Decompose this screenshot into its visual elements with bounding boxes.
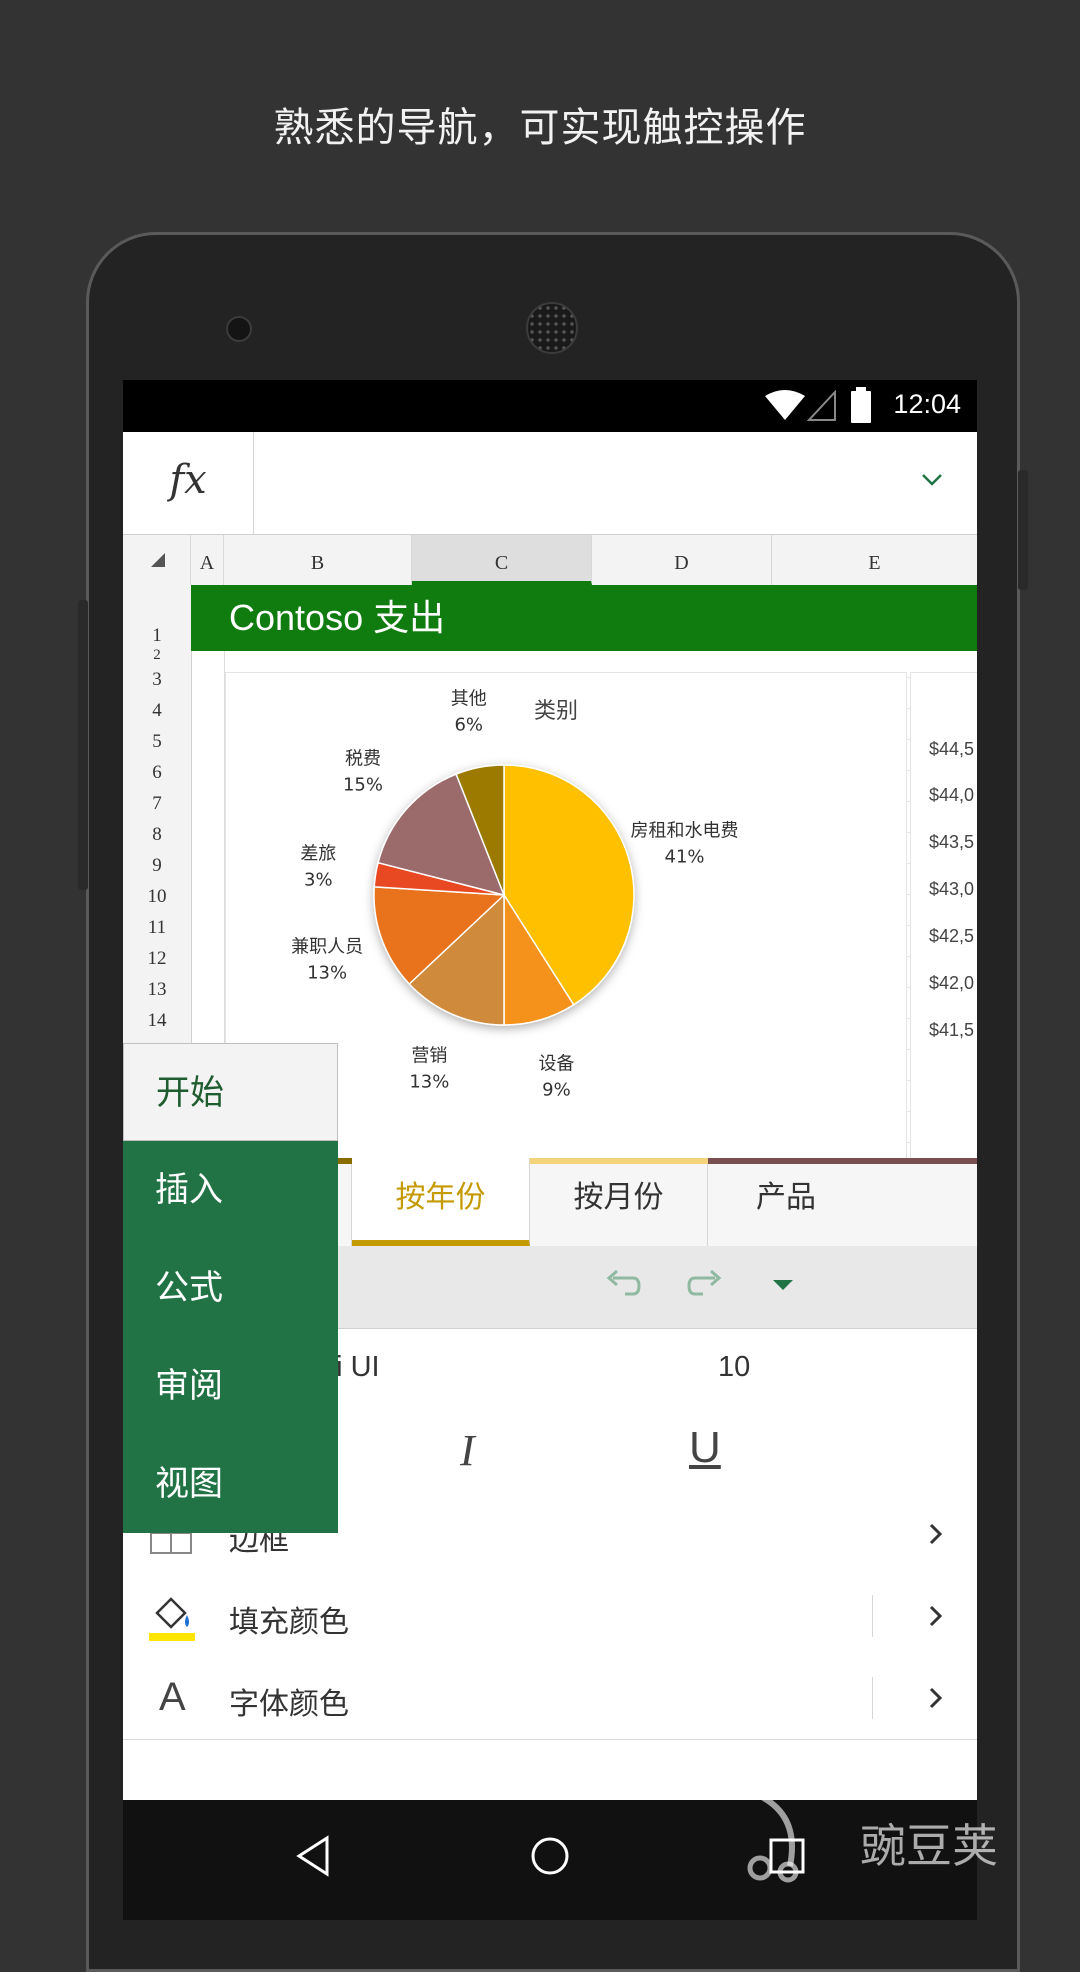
collapse-ribbon-icon[interactable] [771, 1276, 795, 1296]
back-icon[interactable] [293, 1834, 333, 1878]
row-header[interactable]: 8 [123, 824, 191, 846]
slice-label: 其他 [451, 688, 487, 709]
column-header-row: A B C D E [123, 535, 977, 586]
slice-percent: 13% [307, 963, 347, 984]
slice-label: 营销 [411, 1046, 447, 1067]
row-header[interactable]: 2 [123, 647, 191, 664]
fill-color-label: 填充颜色 [229, 1605, 349, 1640]
axis-tick-label: $42,5 [929, 926, 975, 946]
slice-percent: 3% [304, 870, 333, 891]
sheet-tab-by-year[interactable]: 按年份 [352, 1158, 530, 1246]
fill-color-row[interactable]: 填充颜色 [123, 1575, 977, 1658]
column-header-a[interactable]: A [191, 535, 224, 585]
axis-tick-label: $41,5 [929, 1020, 975, 1040]
sheet-title: Contoso 支出 [229, 597, 446, 638]
row-header[interactable]: 6 [123, 762, 191, 784]
front-camera [226, 316, 252, 342]
row-header[interactable]: 13 [123, 979, 191, 1001]
sheet-tab-products[interactable]: 产品 [708, 1158, 977, 1246]
line-chart-partial[interactable]: $44,5 $44,0 $43,5 $43,0 $42,5 $42,0 $41,… [910, 672, 977, 1172]
slice-label: 差旅 [300, 844, 336, 865]
sheet-tab-label: 按月份 [573, 1180, 664, 1215]
watermark-text: 豌豆荚 [860, 1819, 998, 1873]
chevron-right-icon [929, 1605, 943, 1627]
axis-tick-label: $43,0 [929, 879, 975, 899]
row-header[interactable]: 5 [123, 731, 191, 753]
slice-label: 兼职人员 [291, 937, 363, 958]
axis-tick-label: $44,0 [929, 785, 975, 805]
axis-tick-label: $43,5 [929, 832, 975, 852]
column-header-c[interactable]: C [412, 535, 592, 585]
fill-color-divider [872, 1595, 873, 1637]
formula-bar: fx [123, 432, 977, 535]
row-header[interactable]: 10 [123, 886, 191, 908]
select-all-corner[interactable] [123, 535, 191, 585]
formula-input[interactable] [255, 432, 915, 534]
slice-label: 房租和水电费 [631, 821, 739, 842]
column-header-d[interactable]: D [592, 535, 772, 585]
axis-tick-label: $42,0 [929, 973, 975, 993]
menu-item-insert[interactable]: 插入 [123, 1141, 338, 1239]
row-header[interactable]: 1 [123, 625, 191, 647]
menu-item-view[interactable]: 视图 [123, 1435, 338, 1533]
font-color-row[interactable]: A 字体颜色 [123, 1657, 977, 1740]
watermark-logo-icon [747, 1793, 799, 1883]
underline-button[interactable]: U [689, 1423, 721, 1473]
slice-percent: 41% [665, 847, 705, 868]
menu-item-home[interactable]: 开始 [123, 1043, 338, 1141]
slice-percent: 6% [454, 714, 483, 735]
undo-icon[interactable] [603, 1268, 643, 1304]
chevron-right-icon [929, 1687, 943, 1709]
column-header-e[interactable]: E [772, 535, 977, 585]
chevron-down-icon[interactable] [915, 462, 949, 496]
row-header[interactable]: 11 [123, 917, 191, 939]
fill-color-icon [149, 1597, 195, 1641]
menu-item-formulas[interactable]: 公式 [123, 1239, 338, 1337]
sheet-tab-by-month[interactable]: 按月份 [530, 1158, 708, 1246]
font-color-divider [872, 1677, 873, 1719]
phone-side-button [78, 600, 88, 890]
phone-side-button [1018, 470, 1028, 590]
row-header[interactable]: 12 [123, 948, 191, 970]
slice-percent: 15% [343, 775, 383, 796]
sheet-tab-label: 产品 [756, 1180, 816, 1215]
font-color-label: 字体颜色 [229, 1687, 349, 1722]
row-header[interactable]: 14 [123, 1010, 191, 1032]
slice-percent: 13% [409, 1072, 449, 1093]
fx-button[interactable]: fx [123, 432, 254, 534]
row-header[interactable]: 3 [123, 669, 191, 691]
sheet-title-bar[interactable]: Contoso 支出 [191, 585, 977, 651]
redo-icon[interactable] [685, 1268, 725, 1304]
corner-triangle-icon [150, 553, 165, 567]
home-icon[interactable] [528, 1834, 572, 1878]
page-headline: 熟悉的导航，可实现触控操作 [273, 105, 807, 151]
italic-button[interactable]: I [460, 1425, 475, 1476]
slice-percent: 9% [542, 1080, 571, 1101]
column-header-b[interactable]: B [224, 535, 412, 585]
slice-label: 设备 [538, 1054, 574, 1075]
menu-item-review[interactable]: 审阅 [123, 1337, 338, 1435]
row-header[interactable]: 4 [123, 700, 191, 722]
status-bar: 12:04 [123, 380, 977, 432]
axis-tick-label: $44,5 [929, 739, 975, 759]
chevron-right-icon [929, 1523, 943, 1545]
watermark: 豌豆荚 [730, 1786, 1050, 1896]
slice-label: 税费 [345, 749, 381, 770]
ribbon-tab-menu: 开始 插入 公式 审阅 视图 [123, 1043, 338, 1533]
row-header[interactable]: 7 [123, 793, 191, 815]
row-header[interactable]: 9 [123, 855, 191, 877]
chart-title: 类别 [534, 699, 578, 724]
wifi-icon [765, 390, 805, 420]
font-color-icon: A [159, 1675, 186, 1719]
status-time: 12:04 [893, 389, 961, 419]
battery-icon [851, 387, 871, 423]
cell-signal-icon [807, 390, 836, 421]
sheet-tab-label: 按年份 [395, 1180, 486, 1215]
font-size-field[interactable]: 10 [718, 1351, 750, 1384]
earpiece-speaker [526, 302, 578, 354]
